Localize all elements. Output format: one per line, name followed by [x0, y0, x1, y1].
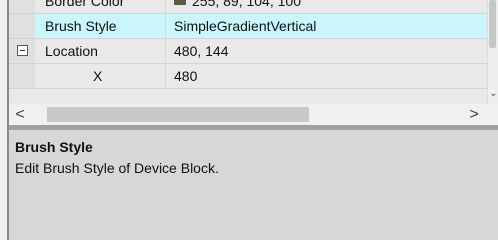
- scrollbar-corner: [487, 104, 498, 125]
- property-name: Location: [45, 43, 98, 59]
- scroll-down-icon[interactable]: ⌄: [489, 88, 498, 100]
- property-value[interactable]: 480, 144: [165, 39, 487, 63]
- property-name: X: [93, 68, 103, 84]
- scroll-right-icon[interactable]: >: [465, 104, 483, 125]
- property-value[interactable]: SimpleGradientVertical: [165, 14, 487, 38]
- property-row-brush-style[interactable]: Brush Style SimpleGradientVertical: [9, 14, 487, 39]
- horizontal-scroll-thumb[interactable]: [47, 107, 309, 122]
- property-name: Brush Style: [35, 14, 165, 38]
- help-title: Brush Style: [15, 139, 93, 155]
- row-gutter: [9, 14, 35, 38]
- property-row-x[interactable]: X 480: [9, 64, 487, 89]
- row-gutter: [9, 64, 35, 88]
- scroll-left-icon[interactable]: <: [11, 104, 29, 125]
- vertical-scroll-thumb[interactable]: [489, 0, 496, 48]
- row-gutter: [9, 0, 35, 13]
- window-left-border: [0, 0, 9, 240]
- collapse-icon[interactable]: [17, 45, 28, 56]
- property-row-location[interactable]: Location 480, 144: [9, 39, 487, 64]
- help-description: Edit Brush Style of Device Block.: [15, 160, 219, 176]
- property-row-border-color[interactable]: Border Color 255, 89, 104, 100: [9, 0, 487, 14]
- property-value[interactable]: 480: [165, 64, 487, 88]
- row-gutter: [9, 39, 35, 63]
- horizontal-scrollbar[interactable]: < >: [9, 104, 487, 125]
- property-name: Border Color: [45, 0, 125, 9]
- help-panel: Brush Style Edit Brush Style of Device B…: [9, 130, 498, 240]
- property-grid: Border Color 255, 89, 104, 100 Brush Sty…: [9, 0, 487, 104]
- vertical-scrollbar[interactable]: ⌄: [487, 0, 498, 104]
- property-value-text: 255, 89, 104, 100: [192, 0, 301, 9]
- color-swatch-icon: [174, 0, 186, 5]
- property-value[interactable]: 255, 89, 104, 100: [165, 0, 487, 13]
